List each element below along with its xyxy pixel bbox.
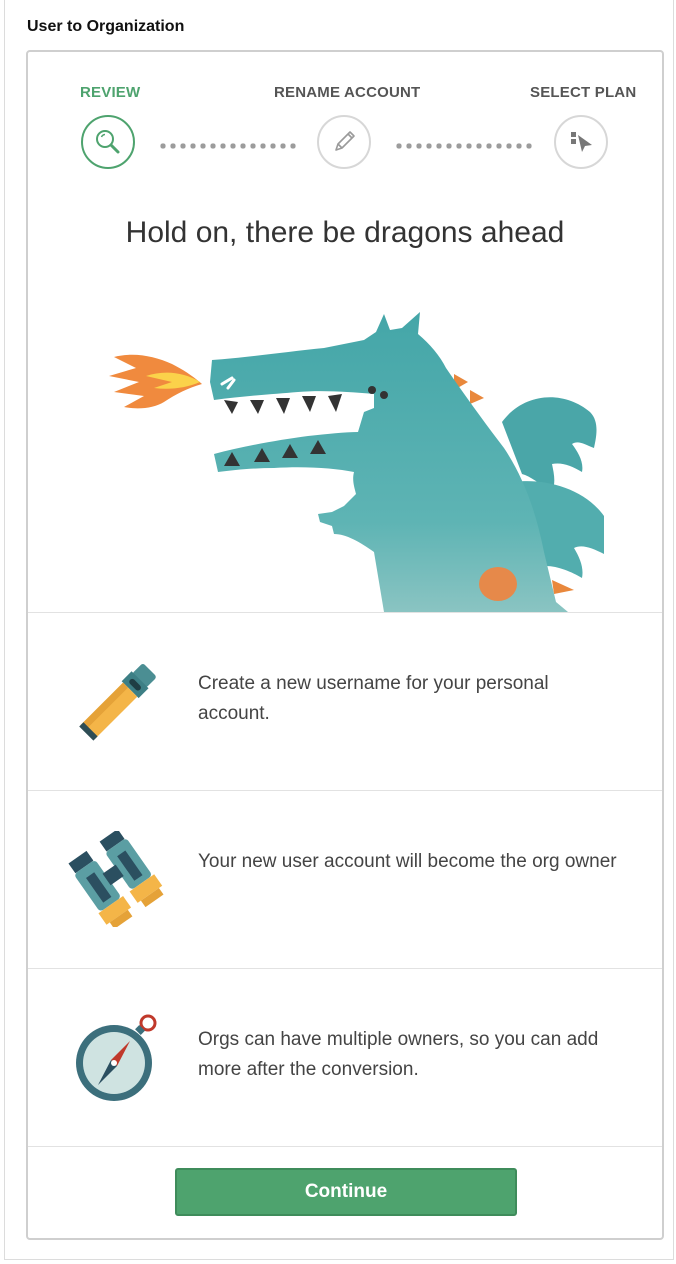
page-title: User to Organization [27, 18, 185, 35]
compass-icon [76, 1014, 157, 1101]
info-text: Your new user account will become the or… [198, 851, 617, 872]
step-select-plan[interactable] [554, 115, 608, 169]
step-select-plan-label: SELECT PLAN [530, 84, 637, 101]
cursor-icon [571, 132, 592, 152]
step-review-label: REVIEW [80, 84, 141, 101]
hero-title: Hold on, there be dragons ahead [125, 216, 565, 249]
info-text: Create a new username for your personal … [198, 673, 549, 724]
step-rename-account-label: RENAME ACCOUNT [274, 84, 421, 101]
magnifier-icon [96, 130, 120, 154]
info-item: Create a new username for your personal … [28, 613, 662, 789]
pencil-icon [335, 131, 355, 151]
step-review[interactable] [81, 115, 135, 169]
divider [28, 1146, 662, 1147]
step-rename-account[interactable] [317, 115, 371, 169]
binoculars-icon [68, 831, 164, 927]
continue-button[interactable]: Continue [175, 1168, 517, 1216]
conversion-card: REVIEW RENAME ACCOUNT SELECT PLAN Hold o… [26, 50, 664, 1240]
flashlight-icon [79, 664, 156, 741]
info-item: Orgs can have multiple owners, so you ca… [28, 969, 662, 1145]
step-connector [394, 143, 534, 149]
stepper: REVIEW RENAME ACCOUNT SELECT PLAN [28, 52, 662, 182]
dragon-illustration [109, 312, 604, 612]
info-item: Your new user account will become the or… [28, 791, 662, 967]
info-text: Orgs can have multiple owners, so you ca… [198, 1029, 599, 1080]
step-connector [158, 143, 298, 149]
